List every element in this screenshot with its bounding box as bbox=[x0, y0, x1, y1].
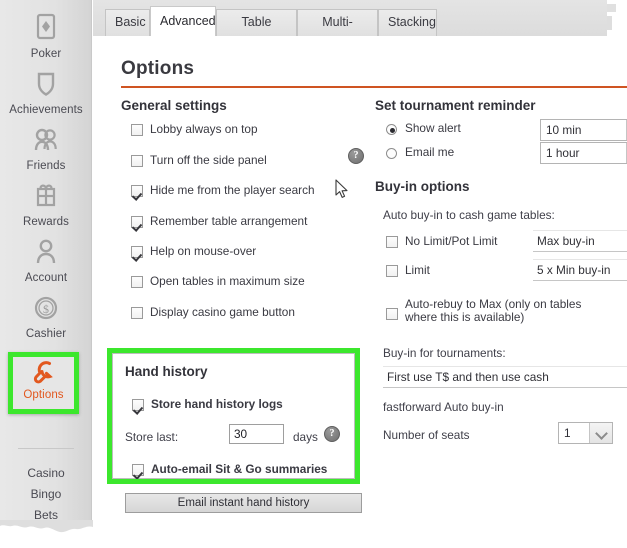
dollar-coin-icon: $ bbox=[29, 292, 63, 326]
tab-multi-tabling[interactable]: Multi-tabling bbox=[297, 9, 378, 54]
radio-label: Show alert bbox=[405, 121, 461, 135]
sidebar-item-options[interactable]: Options bbox=[8, 352, 79, 414]
checkbox-label: Limit bbox=[405, 263, 430, 277]
checkbox-box[interactable] bbox=[131, 185, 143, 197]
checkbox-label: Open tables in maximum size bbox=[150, 274, 305, 288]
tab-advanced[interactable]: Advanced bbox=[150, 6, 216, 36]
chevron-down-icon[interactable] bbox=[589, 423, 612, 443]
store-last-label: Store last: bbox=[125, 430, 179, 444]
dropdown-value: 1 hour bbox=[546, 146, 580, 160]
card-diamond-icon bbox=[29, 12, 63, 46]
tab-table-options[interactable]: Table options bbox=[216, 9, 297, 54]
fastforward-label: fastforward Auto buy-in bbox=[383, 400, 504, 414]
number-of-seats-label: Number of seats bbox=[383, 428, 470, 442]
sidebar-item-rewards[interactable]: Rewards bbox=[0, 180, 92, 229]
help-icon-store-last[interactable]: ? bbox=[324, 426, 340, 442]
tournament-reminder-heading: Set tournament reminder bbox=[375, 98, 536, 113]
sidebar-label: Friends bbox=[26, 160, 66, 172]
sidebar-item-achievements[interactable]: Achievements bbox=[0, 68, 92, 117]
dropdown-value: 1 bbox=[564, 426, 571, 440]
hand-history-panel: Hand history Store hand history logs Sto… bbox=[112, 353, 355, 479]
page-title: Options bbox=[121, 58, 195, 79]
checkbox-box[interactable] bbox=[131, 216, 143, 228]
checkbox-box[interactable] bbox=[131, 276, 143, 288]
tab-stacking[interactable]: Stacking bbox=[378, 9, 437, 36]
checkbox-box[interactable] bbox=[131, 124, 143, 136]
field-tournament-buyin[interactable]: First use T$ and then use cash bbox=[383, 366, 627, 388]
wrench-icon bbox=[29, 357, 59, 387]
buyin-tournaments-label: Buy-in for tournaments: bbox=[383, 346, 506, 360]
sublink-label: Casino bbox=[27, 466, 65, 480]
mouse-cursor bbox=[335, 179, 349, 199]
checkbox-label: Auto-email Sit & Go summaries bbox=[151, 462, 328, 476]
radio-label: Email me bbox=[405, 145, 455, 159]
person-icon bbox=[29, 236, 63, 270]
field-limit-buyin[interactable]: 5 x Min buy-in bbox=[533, 259, 627, 281]
checkbox-label: Display casino game button bbox=[150, 305, 295, 319]
checkbox-label: Help on mouse-over bbox=[150, 244, 257, 258]
sidebar-label: Rewards bbox=[22, 216, 70, 228]
checkbox-label: Turn off the side panel bbox=[150, 153, 267, 167]
options-content-panel: Options General settings Lobby always on… bbox=[93, 36, 627, 543]
buyin-options-heading: Buy-in options bbox=[375, 179, 470, 194]
tabbar-torn-edge bbox=[607, 0, 627, 36]
people-icon bbox=[29, 124, 63, 158]
dropdown-value: 10 min bbox=[546, 123, 582, 137]
sidebar-item-poker[interactable]: Poker bbox=[0, 12, 92, 61]
email-instant-hand-history-button[interactable]: Email instant hand history bbox=[125, 493, 362, 513]
checkbox-box[interactable] bbox=[131, 155, 143, 167]
dropdown-show-alert-time[interactable]: 10 min bbox=[540, 119, 627, 141]
title-underline bbox=[121, 86, 627, 88]
checkbox-label: Lobby always on top bbox=[150, 122, 258, 136]
checkbox-label: Hide me from the player search bbox=[150, 183, 315, 197]
tab-bar: Basic Advanced Table options Multi-tabli… bbox=[93, 0, 615, 54]
days-label: days bbox=[293, 430, 318, 444]
checkbox-box[interactable] bbox=[131, 307, 143, 319]
checkbox-label: Auto-rebuy to Max (only on tables where … bbox=[405, 297, 582, 324]
sidebar-torn-edge bbox=[0, 520, 93, 543]
hand-history-heading: Hand history bbox=[125, 364, 208, 379]
svg-text:$: $ bbox=[43, 302, 49, 316]
sidebar-item-cashier[interactable]: $ Cashier bbox=[0, 292, 92, 341]
sidebar-label: Poker bbox=[30, 48, 62, 60]
store-last-days-input[interactable]: 30 bbox=[229, 424, 284, 444]
sidebar-label: Achievements bbox=[9, 104, 83, 116]
tab-basic[interactable]: Basic bbox=[105, 9, 150, 36]
dropdown-number-of-seats[interactable]: 1 bbox=[558, 422, 613, 444]
auto-buyin-cash-label: Auto buy-in to cash game tables: bbox=[383, 208, 555, 222]
field-no-limit-buyin[interactable]: Max buy-in bbox=[533, 230, 627, 252]
checkbox-label: Store hand history logs bbox=[151, 397, 283, 411]
checkbox-label: No Limit/Pot Limit bbox=[405, 234, 498, 248]
sidebar-item-friends[interactable]: Friends bbox=[0, 124, 92, 173]
checkbox-box[interactable] bbox=[386, 265, 398, 277]
checkbox-box[interactable] bbox=[132, 399, 144, 411]
sidebar-sublink-bingo[interactable]: Bingo bbox=[0, 487, 92, 501]
checkbox-box[interactable] bbox=[386, 236, 398, 248]
sidebar-divider bbox=[18, 448, 74, 449]
checkbox-label: Remember table arrangement bbox=[150, 214, 308, 228]
help-icon-side-panel[interactable]: ? bbox=[348, 148, 364, 164]
main-sidebar: Poker Achievements Friends Rewards Accou… bbox=[0, 0, 92, 530]
radio-box[interactable] bbox=[386, 124, 397, 135]
sidebar-label: Cashier bbox=[25, 328, 67, 340]
general-settings-heading: General settings bbox=[121, 98, 227, 113]
dropdown-email-me-time[interactable]: 1 hour bbox=[540, 142, 627, 164]
checkbox-box[interactable] bbox=[131, 246, 143, 258]
checkbox-box[interactable] bbox=[132, 464, 144, 476]
radio-box[interactable] bbox=[386, 148, 397, 159]
gift-icon bbox=[29, 180, 63, 214]
sublink-label: Bingo bbox=[30, 487, 62, 501]
sidebar-label: Account bbox=[24, 272, 68, 284]
checkbox-box[interactable] bbox=[386, 308, 398, 320]
sidebar-label: Options bbox=[23, 389, 64, 401]
sidebar-sublink-casino[interactable]: Casino bbox=[0, 466, 92, 480]
sidebar-item-account[interactable]: Account bbox=[0, 236, 92, 285]
shield-icon bbox=[29, 68, 63, 102]
